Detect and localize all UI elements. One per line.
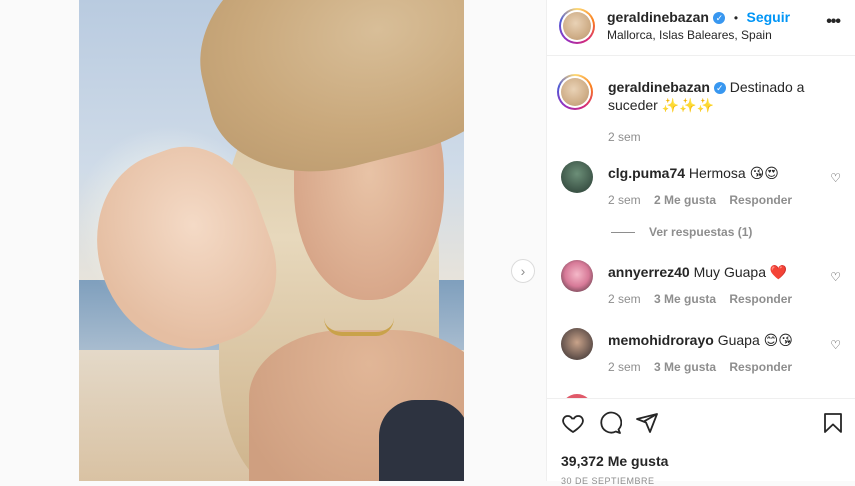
comment-text: Guapa 😊😘 bbox=[717, 332, 793, 348]
comment-icon[interactable] bbox=[598, 411, 623, 441]
post-date: 30 DE SEPTIEMBRE bbox=[561, 476, 655, 486]
comment-time[interactable]: 2 sem bbox=[608, 292, 641, 306]
view-replies-label: Ver respuestas (1) bbox=[649, 225, 753, 239]
comment-text: Muy Guapa ❤️ bbox=[693, 264, 788, 280]
post-header: geraldinebazan ✓ • Seguir Mallorca, Isla… bbox=[547, 0, 855, 56]
post-side-panel: geraldinebazan ✓ • Seguir Mallorca, Isla… bbox=[546, 0, 855, 486]
heart-icon[interactable]: ♡ bbox=[830, 171, 841, 185]
caption-username[interactable]: geraldinebazan bbox=[608, 79, 710, 95]
reply-button[interactable]: Responder bbox=[729, 360, 792, 374]
heart-icon[interactable]: ♡ bbox=[830, 270, 841, 284]
commenter-avatar[interactable] bbox=[561, 328, 593, 360]
comment-likes[interactable]: 2 Me gusta bbox=[654, 193, 716, 207]
view-replies-button[interactable]: Ver respuestas (1) bbox=[611, 225, 752, 239]
comment-username[interactable]: clg.puma74 bbox=[608, 165, 685, 181]
verified-icon: ✓ bbox=[713, 12, 726, 24]
post-actions: 39,372 Me gusta 30 DE SEPTIEMBRE bbox=[547, 398, 855, 486]
caption-avatar[interactable] bbox=[557, 74, 593, 110]
reply-button[interactable]: Responder bbox=[729, 292, 792, 306]
post-location[interactable]: Mallorca, Islas Baleares, Spain bbox=[607, 28, 772, 42]
share-icon[interactable] bbox=[635, 411, 659, 441]
comment-username[interactable]: memohidrorayo bbox=[608, 332, 714, 348]
author-username[interactable]: geraldinebazan bbox=[607, 9, 709, 25]
heart-icon[interactable] bbox=[561, 411, 585, 441]
replies-divider bbox=[611, 232, 635, 234]
reply-button[interactable]: Responder bbox=[729, 193, 792, 207]
comment-time[interactable]: 2 sem bbox=[608, 193, 641, 207]
commenter-avatar[interactable] bbox=[561, 161, 593, 193]
comment-likes[interactable]: 3 Me gusta bbox=[654, 360, 716, 374]
next-photo-button[interactable]: › bbox=[511, 259, 535, 283]
comment-likes[interactable]: 3 Me gusta bbox=[654, 292, 716, 306]
photo-area: › bbox=[0, 0, 546, 481]
more-icon[interactable]: ••• bbox=[826, 13, 841, 31]
photo-necklace bbox=[324, 318, 394, 336]
chevron-right-icon: › bbox=[520, 263, 526, 279]
photo-swimsuit bbox=[379, 400, 464, 481]
caption-time[interactable]: 2 sem bbox=[608, 130, 833, 144]
commenter-avatar[interactable] bbox=[561, 260, 593, 292]
post-photo[interactable] bbox=[79, 0, 464, 481]
verified-icon: ✓ bbox=[713, 82, 726, 94]
author-avatar[interactable] bbox=[559, 8, 595, 44]
comment-time[interactable]: 2 sem bbox=[608, 360, 641, 374]
separator-dot: • bbox=[733, 11, 739, 25]
bookmark-icon[interactable] bbox=[821, 411, 845, 441]
follow-button[interactable]: Seguir bbox=[746, 9, 790, 25]
comment-username[interactable]: annyerrez40 bbox=[608, 264, 690, 280]
comment-text: Hermosa 😘😍 bbox=[688, 165, 779, 181]
heart-icon[interactable]: ♡ bbox=[830, 338, 841, 352]
comments-list[interactable]: geraldinebazan ✓ Destinado a suceder ✨✨✨… bbox=[547, 56, 855, 398]
likes-count[interactable]: 39,372 Me gusta bbox=[561, 453, 668, 469]
